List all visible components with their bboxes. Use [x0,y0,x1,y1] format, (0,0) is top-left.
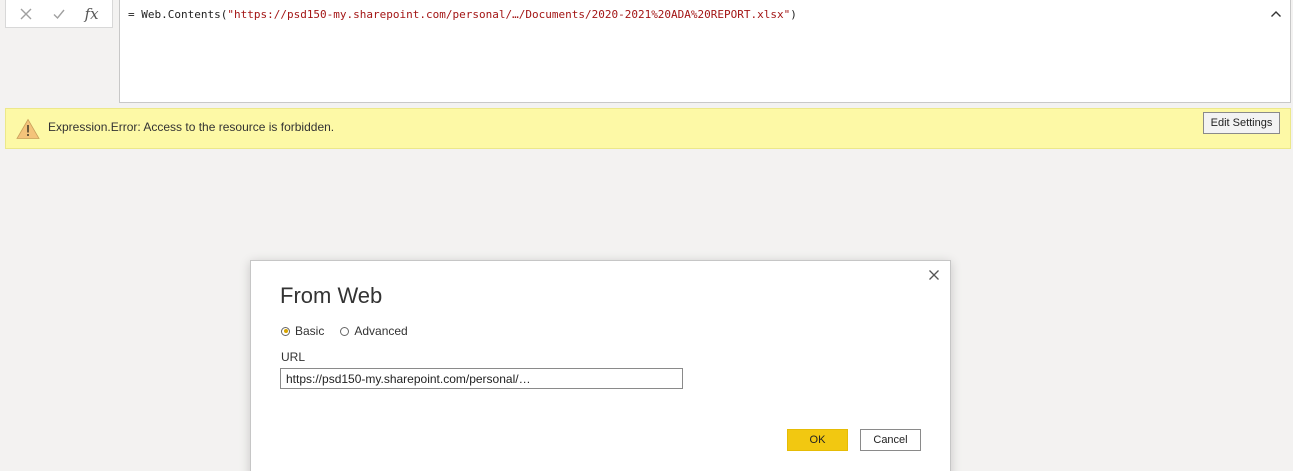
error-message: Expression.Error: Access to the resource… [48,120,335,134]
ok-button[interactable]: OK [787,429,848,451]
formula-editor[interactable]: = Web.Contents("https://psd150-my.sharep… [119,0,1291,103]
cancel-formula-button[interactable] [13,2,39,26]
close-icon [929,270,939,280]
formula-prefix: = Web.Contents( [128,8,228,21]
fx-icon: fx [84,4,99,23]
commit-formula-button[interactable] [46,2,72,26]
close-icon [20,8,32,19]
formula-text[interactable]: = Web.Contents("https://psd150-my.sharep… [128,8,797,21]
edit-settings-button[interactable]: Edit Settings [1203,112,1280,134]
error-banner: Expression.Error: Access to the resource… [5,108,1291,149]
insert-function-button[interactable]: fx [79,2,105,26]
chevron-up-icon [1271,11,1281,17]
cancel-button[interactable]: Cancel [860,429,921,451]
checkmark-icon [53,9,65,19]
formula-suffix: ) [790,8,797,21]
radio-advanced-indicator[interactable] [340,326,350,336]
radio-basic-indicator[interactable] [281,326,290,336]
from-web-dialog: From Web Basic Advanced URL OK Cancel [250,260,951,471]
mode-radio-group: Basic Advanced [281,324,424,338]
formula-url-string: "https://psd150-my.sharepoint.com/person… [227,8,791,21]
collapse-formula-button[interactable] [1268,6,1284,22]
dialog-title: From Web [280,283,383,308]
radio-advanced-label: Advanced [354,324,408,338]
url-input[interactable] [280,368,683,389]
url-label: URL [281,350,306,364]
warning-icon [16,118,40,139]
formula-bar-tools: fx [5,0,113,28]
dialog-close-button[interactable] [926,267,942,283]
radio-advanced[interactable]: Advanced [340,324,408,338]
radio-basic-label: Basic [295,324,325,338]
radio-basic[interactable]: Basic [281,324,324,338]
